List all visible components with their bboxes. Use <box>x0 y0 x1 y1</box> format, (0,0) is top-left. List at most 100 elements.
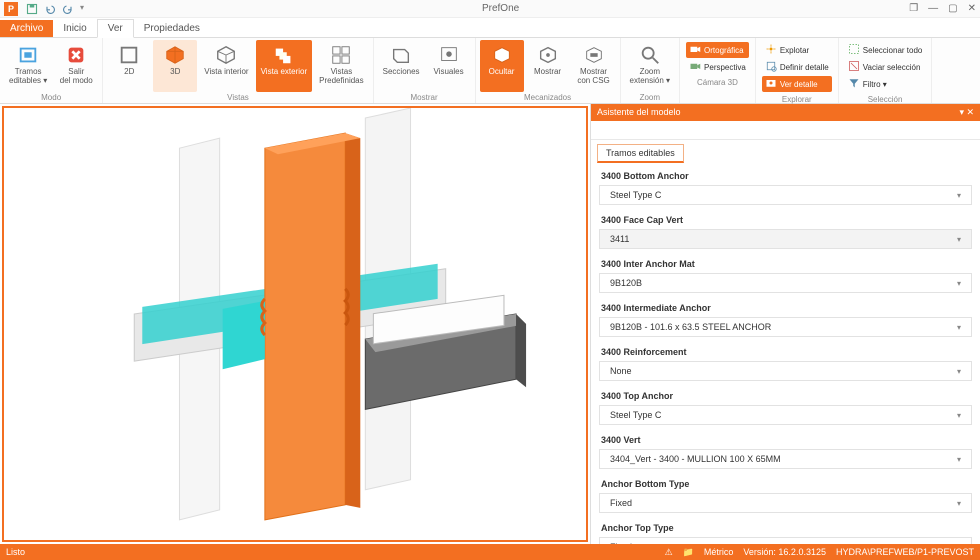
restore-icon[interactable]: ❐ <box>909 3 918 14</box>
camera-icon <box>689 60 701 74</box>
vista-interior-button[interactable]: Vista interior <box>199 40 253 92</box>
property-select[interactable]: 9B120B▾ <box>599 273 972 293</box>
salir-modo-button[interactable]: Salir del modo <box>54 40 98 92</box>
ocultar-button[interactable]: Ocultar <box>480 40 524 92</box>
property-select[interactable]: 3411▾ <box>599 229 972 249</box>
property-label: 3400 Face Cap Vert <box>599 211 972 229</box>
clear-sel-icon <box>848 60 860 74</box>
ribbon-button-label: 3D <box>170 68 180 77</box>
vista-2d-button[interactable]: 2D <box>107 40 151 92</box>
assistant-panel: Asistente del modelo ▾ ✕ Tramos editable… <box>590 104 980 544</box>
hide-icon <box>490 43 514 67</box>
edit-frame-icon <box>16 43 40 67</box>
mostrar-csg-button[interactable]: Mostrar con CSG <box>572 40 616 92</box>
property-select[interactable]: Fixed▾ <box>599 493 972 513</box>
close-icon[interactable]: ✕ <box>968 3 976 14</box>
explotar-line[interactable]: Explotar <box>762 42 832 58</box>
tab-inicio[interactable]: Inicio <box>53 20 96 37</box>
ribbon-line-label: Vaciar selección <box>863 63 921 72</box>
ribbon-group: ExplotarDefinir detalleVer detalleExplor… <box>756 38 839 103</box>
chevron-down-icon: ▾ <box>957 455 961 464</box>
qat-more-icon[interactable]: ▾ <box>80 3 92 15</box>
filter-icon <box>848 77 860 91</box>
zoom-icon <box>638 43 662 67</box>
property-row: 3400 Inter Anchor Mat9B120B▾ <box>599 255 972 293</box>
view-exterior-icon <box>272 43 296 67</box>
definir-detalle-line[interactable]: Definir detalle <box>762 59 832 75</box>
ortografica-line[interactable]: Ortográfica <box>686 42 749 58</box>
mostrar-button[interactable]: Mostrar <box>526 40 570 92</box>
ribbon-group: Tramos editables ▾Salir del modoModo <box>0 38 103 103</box>
viewport-3d[interactable] <box>2 106 588 542</box>
ribbon-line-label: Filtro ▾ <box>863 80 887 89</box>
warning-icon[interactable]: ⚠ <box>665 547 673 558</box>
property-select[interactable]: Fixed▾ <box>599 537 972 544</box>
redo-icon[interactable] <box>62 3 74 15</box>
ribbon-line-label: Ortográfica <box>704 46 744 55</box>
panel-header: Asistente del modelo ▾ ✕ <box>591 104 980 121</box>
tab-archivo[interactable]: Archivo <box>0 20 53 37</box>
property-row: 3400 ReinforcementNone▾ <box>599 343 972 381</box>
property-value: Fixed <box>610 542 632 544</box>
chevron-down-icon: ▾ <box>957 191 961 200</box>
property-value: 3404_Vert - 3400 - MULLION 100 X 65MM <box>610 454 781 464</box>
ver-detalle-line[interactable]: Ver detalle <box>762 76 832 92</box>
panel-pin-icon[interactable]: ▾ ✕ <box>959 107 974 118</box>
property-select[interactable]: None▾ <box>599 361 972 381</box>
ribbon-button-label: Vista exterior <box>261 68 308 77</box>
vistas-predef-button[interactable]: Vistas Predefinidas <box>314 40 368 92</box>
status-metric: Métrico <box>704 547 734 557</box>
ribbon-group: OcultarMostrarMostrar con CSGMecanizados <box>476 38 621 103</box>
ribbon-group: Zoom extensión ▾Zoom <box>621 38 680 103</box>
tab-ver[interactable]: Ver <box>97 19 134 38</box>
show-csg-icon <box>582 43 606 67</box>
ribbon-line-label: Definir detalle <box>780 63 829 72</box>
folder-icon[interactable]: 📁 <box>683 547 694 558</box>
sections-icon <box>389 43 413 67</box>
window-title: PrefOne <box>92 3 909 14</box>
filtro-line[interactable]: Filtro ▾ <box>845 76 926 92</box>
property-row: 3400 Intermediate Anchor9B120B - 101.6 x… <box>599 299 972 337</box>
model-3d-illustration <box>4 108 586 540</box>
property-row: 3400 Bottom AnchorSteel Type C▾ <box>599 167 972 205</box>
vista-exterior-button[interactable]: Vista exterior <box>256 40 313 92</box>
ribbon-button-label: Zoom extensión ▾ <box>630 68 670 86</box>
perspectiva-line[interactable]: Perspectiva <box>686 59 749 75</box>
ribbon-group-label: Vistas <box>107 92 368 103</box>
secciones-button[interactable]: Secciones <box>378 40 425 92</box>
property-row: 3400 Vert3404_Vert - 3400 - MULLION 100 … <box>599 431 972 469</box>
vaciar-sel-line[interactable]: Vaciar selección <box>845 59 926 75</box>
chevron-down-icon: ▾ <box>957 499 961 508</box>
ribbon-line-label: Seleccionar todo <box>863 46 923 55</box>
property-select[interactable]: Steel Type C▾ <box>599 185 972 205</box>
property-select[interactable]: 9B120B - 101.6 x 63.5 STEEL ANCHOR▾ <box>599 317 972 337</box>
work-area: Asistente del modelo ▾ ✕ Tramos editable… <box>0 104 980 544</box>
ribbon-button-label: Visuales <box>434 68 464 77</box>
vista-3d-button[interactable]: 3D <box>153 40 197 92</box>
ribbon-button-label: Secciones <box>383 68 420 77</box>
zoom-ext-button[interactable]: Zoom extensión ▾ <box>625 40 675 92</box>
tab-propiedades[interactable]: Propiedades <box>134 20 210 37</box>
undo-icon[interactable] <box>44 3 56 15</box>
visuales-button[interactable]: Visuales <box>427 40 471 92</box>
define-icon <box>765 60 777 74</box>
property-select[interactable]: 3404_Vert - 3400 - MULLION 100 X 65MM ▾ <box>599 449 972 469</box>
property-label: 3400 Vert <box>599 431 972 449</box>
status-version: Versión: 16.2.0.3125 <box>743 547 826 557</box>
tramos-editables-button[interactable]: Tramos editables ▾ <box>4 40 52 92</box>
view-2d-icon <box>117 43 141 67</box>
ribbon-button-label: Vista interior <box>204 68 248 77</box>
minimize-icon[interactable]: — <box>928 3 938 14</box>
select-all-icon <box>848 43 860 57</box>
property-select[interactable]: Steel Type C ▾ <box>599 405 972 425</box>
property-value: Steel Type C <box>610 410 661 420</box>
chevron-down-icon: ▾ <box>957 411 961 420</box>
property-value: 9B120B - 101.6 x 63.5 STEEL ANCHOR <box>610 322 771 332</box>
views-preset-icon <box>329 43 353 67</box>
panel-tab-tramos[interactable]: Tramos editables <box>597 144 684 163</box>
save-icon[interactable] <box>26 3 38 15</box>
ribbon: Tramos editables ▾Salir del modoModo2D 3D… <box>0 38 980 104</box>
seleccionar-todo-line[interactable]: Seleccionar todo <box>845 42 926 58</box>
maximize-icon[interactable]: ▢ <box>948 3 957 14</box>
status-left: Listo <box>6 547 25 557</box>
